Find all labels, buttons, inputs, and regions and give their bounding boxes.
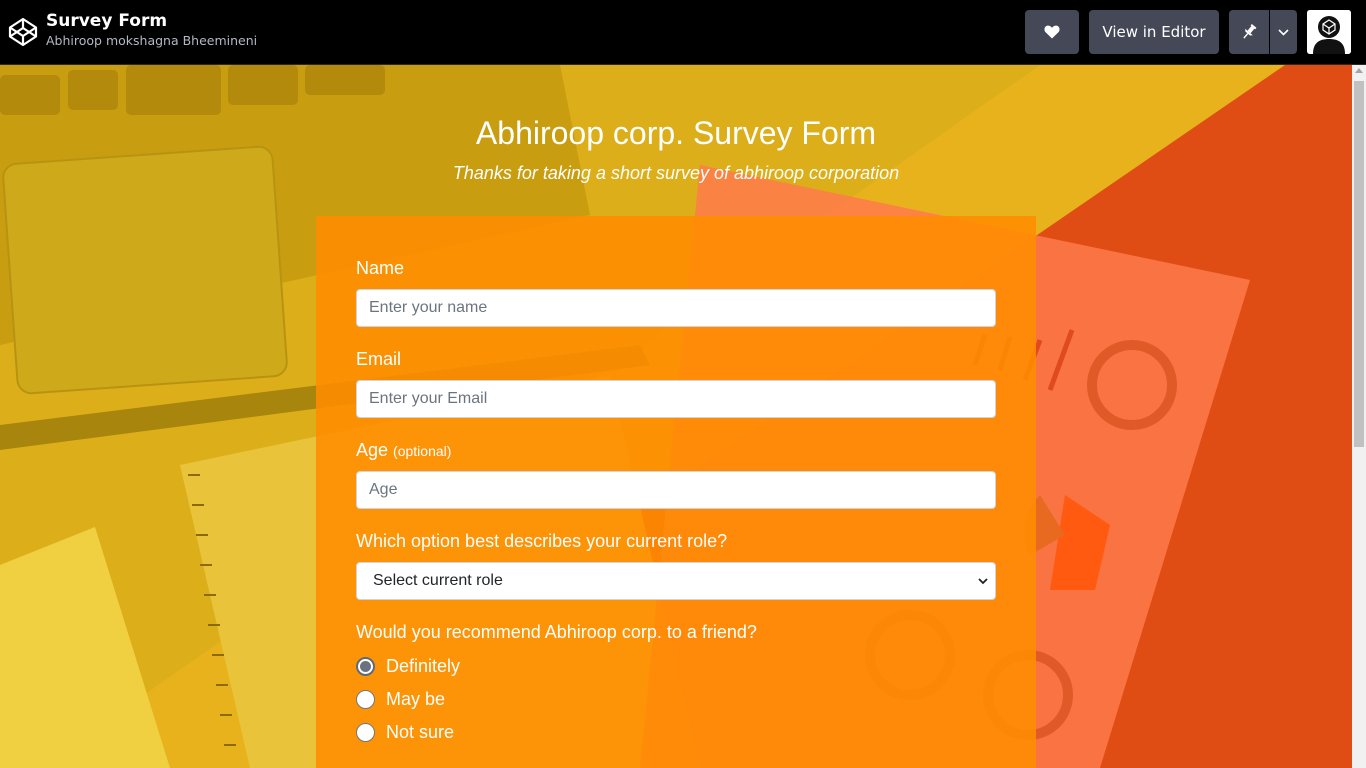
pin-dropdown-button[interactable] xyxy=(1270,10,1297,54)
chevron-down-icon xyxy=(978,578,988,585)
codepen-logo-icon[interactable] xyxy=(8,17,38,47)
name-label: Name xyxy=(356,258,405,278)
name-input[interactable] xyxy=(356,289,996,327)
pen-title: Survey Form xyxy=(46,11,168,31)
role-label: Which option best describes your current… xyxy=(356,531,728,551)
avatar[interactable] xyxy=(1307,10,1351,54)
topbar: Survey Form Abhiroop mokshagna Bheeminen… xyxy=(0,0,1366,65)
pin-icon xyxy=(1243,23,1257,39)
pin-button[interactable] xyxy=(1229,10,1269,54)
radio-button[interactable] xyxy=(356,657,375,676)
scrollbar-thumb[interactable] xyxy=(1354,81,1364,447)
role-select[interactable]: Select current role xyxy=(356,562,996,600)
scrollbar[interactable] xyxy=(1352,65,1366,768)
page-title: Abhiroop corp. Survey Form xyxy=(475,115,877,151)
survey-form: Name Email Age (optional) Which option b… xyxy=(316,216,1036,768)
recommend-option-definitely[interactable]: Definitely xyxy=(356,656,460,677)
radio-label: May be xyxy=(386,689,446,709)
heart-button[interactable] xyxy=(1025,10,1079,54)
age-optional-text: (optional) xyxy=(393,443,452,459)
heart-icon xyxy=(1044,25,1060,39)
chevron-down-icon xyxy=(1278,28,1289,36)
preview-area: Abhiroop corp. Survey Form Thanks for ta… xyxy=(0,65,1352,768)
view-in-editor-button[interactable]: View in Editor xyxy=(1089,10,1219,54)
age-label-text: Age xyxy=(356,440,389,460)
radio-button[interactable] xyxy=(356,690,375,709)
recommend-label: Would you recommend Abhiroop corp. to a … xyxy=(356,622,757,642)
avatar-image xyxy=(1307,10,1351,54)
age-label: Age (optional) xyxy=(356,440,451,461)
scroll-up-arrow-icon[interactable] xyxy=(1355,68,1363,73)
age-input[interactable] xyxy=(356,471,996,509)
pen-author[interactable]: Abhiroop mokshagna Bheemineni xyxy=(46,32,257,50)
radio-button[interactable] xyxy=(356,723,375,742)
email-label: Email xyxy=(356,349,402,369)
radio-label: Not sure xyxy=(386,722,455,742)
email-input[interactable] xyxy=(356,380,996,418)
radio-label: Definitely xyxy=(386,656,461,676)
pen-titles: Survey Form Abhiroop mokshagna Bheeminen… xyxy=(46,10,257,50)
recommend-option-not-sure[interactable]: Not sure xyxy=(356,722,454,743)
page-subtitle: Thanks for taking a short survey of abhi… xyxy=(452,163,900,183)
recommend-option-may-be[interactable]: May be xyxy=(356,689,445,710)
role-select-value: Select current role xyxy=(373,572,503,589)
